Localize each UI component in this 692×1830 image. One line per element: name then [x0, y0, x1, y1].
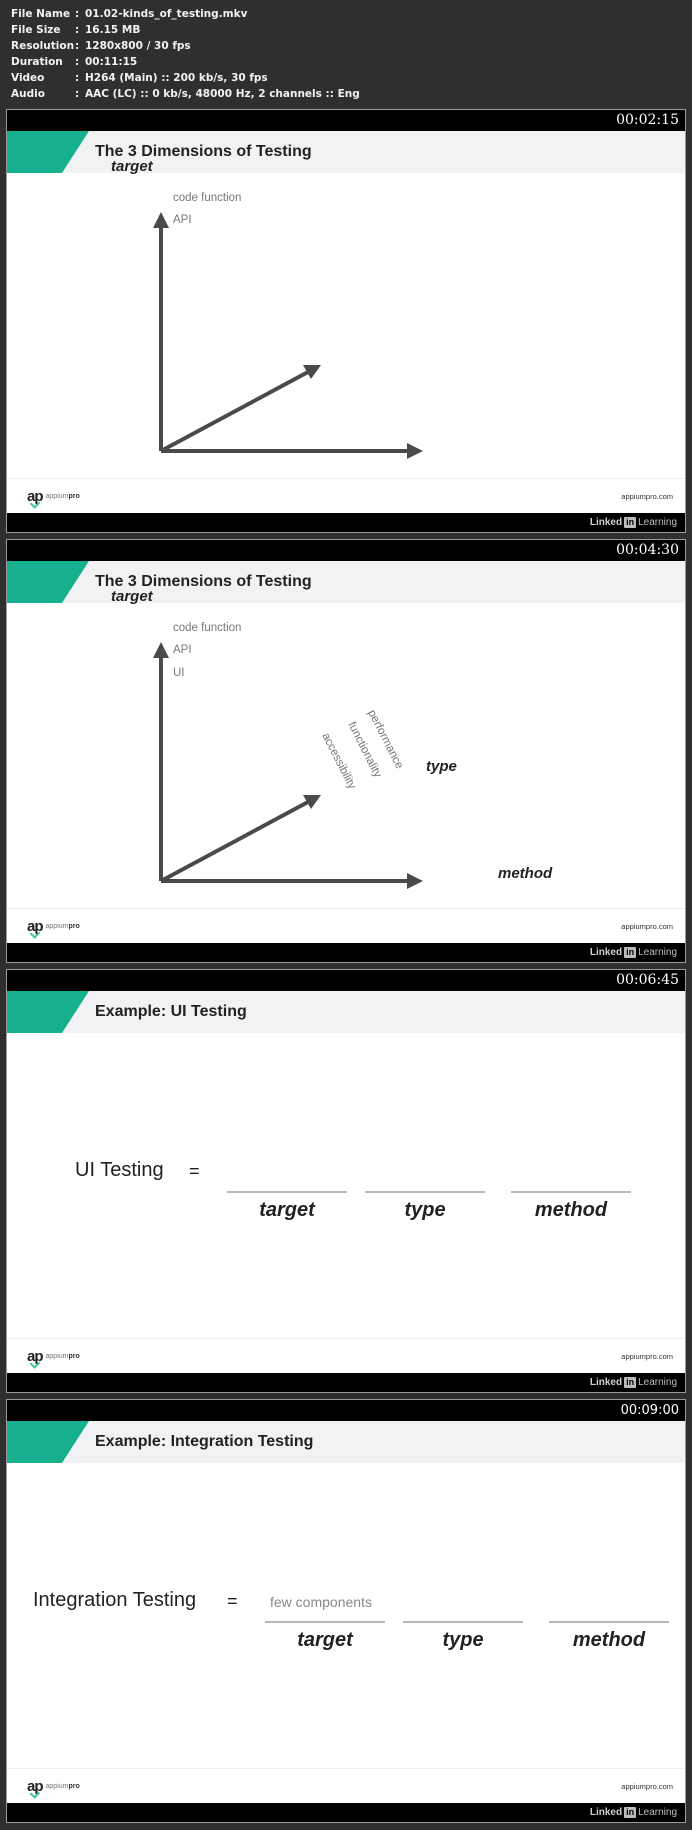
- video-frame-3: 00:06:45 Example: UI Testing UI Testing …: [6, 969, 686, 1393]
- y-arrowhead: [153, 212, 169, 228]
- blank-label-method: method: [534, 1199, 608, 1221]
- footer-divider: [7, 478, 685, 479]
- diag-axis-line: [160, 370, 309, 453]
- linkedin-icon: in: [624, 947, 637, 958]
- linkedin-icon: in: [624, 517, 637, 528]
- blank-label-method: method: [572, 1629, 646, 1651]
- appiumpro-logo: ap appiumpro: [27, 1778, 80, 1795]
- y-axis-label: target: [111, 588, 153, 605]
- timestamp: 00:06:45: [616, 972, 679, 988]
- video-frame-2: 00:04:30 The 3 Dimensions of Testing tar…: [6, 539, 686, 963]
- x-arrowhead: [407, 873, 423, 889]
- video-frame-1: 00:02:15 The 3 Dimensions of Testing tar…: [6, 109, 686, 533]
- timestamp: 00:09:00: [620, 1403, 679, 1418]
- appiumpro-logo: ap appiumpro: [27, 488, 80, 505]
- site-url: appiumpro.com: [621, 1352, 673, 1361]
- blank-label-target: target: [297, 1629, 353, 1651]
- axes-diagram: [153, 212, 423, 459]
- file-info-row: File Name:01.02-kinds_of_testing.mkv: [11, 8, 248, 20]
- slide-title: Example: UI Testing: [95, 1003, 247, 1020]
- equation-lhs: UI Testing: [75, 1159, 164, 1181]
- bottom-bar: Linked in Learning: [7, 513, 685, 532]
- axes-diagram: [153, 642, 423, 889]
- logo-mark-icon: ap: [27, 918, 43, 935]
- blank-line-target: [227, 1191, 347, 1193]
- linkedin-learning-logo: Linked in Learning: [589, 1377, 677, 1388]
- video-frame-4: 00:09:00 Example: Integration Testing In…: [6, 1399, 686, 1823]
- blank-label-type: type: [442, 1629, 484, 1651]
- x-arrowhead: [407, 443, 423, 459]
- site-url: appiumpro.com: [621, 922, 673, 931]
- y-item: code function: [173, 622, 242, 634]
- bottom-bar: Linked in Learning: [7, 943, 685, 962]
- appiumpro-logo: ap appiumpro: [27, 918, 80, 935]
- blank-value-target: few components: [270, 1594, 372, 1610]
- bottom-bar: Linked in Learning: [7, 1803, 685, 1822]
- site-url: appiumpro.com: [621, 1782, 673, 1791]
- blank-line-method: [549, 1621, 669, 1623]
- blank-label-target: target: [259, 1199, 315, 1221]
- linkedin-icon: in: [624, 1377, 637, 1388]
- equation-sign: =: [189, 1161, 200, 1181]
- logo-mark-icon: ap: [27, 1778, 43, 1795]
- linkedin-icon: in: [624, 1807, 637, 1818]
- linkedin-learning-logo: Linked in Learning: [589, 947, 677, 958]
- file-info-row: Duration:00:11:15: [11, 56, 138, 68]
- diag-axis-label: type: [426, 758, 457, 775]
- footer-divider: [7, 1338, 685, 1339]
- blank-line-type: [403, 1621, 523, 1623]
- y-item: UI: [173, 667, 185, 679]
- blank-line-method: [511, 1191, 631, 1193]
- file-info-row: File Size:16.15 MB: [11, 24, 141, 36]
- bottom-bar: Linked in Learning: [7, 1373, 685, 1392]
- site-url: appiumpro.com: [621, 492, 673, 501]
- slide-title: Example: Integration Testing: [95, 1433, 314, 1450]
- footer-divider: [7, 1768, 685, 1769]
- blank-line-target: [265, 1621, 385, 1623]
- equation-sign: =: [227, 1591, 238, 1611]
- file-info-panel: File Name:01.02-kinds_of_testing.mkv Fil…: [11, 6, 360, 102]
- logo-mark-icon: ap: [27, 488, 43, 505]
- top-bar: 00:09:00: [7, 1400, 685, 1421]
- appiumpro-logo: ap appiumpro: [27, 1348, 80, 1365]
- file-info-row: Resolution:1280x800 / 30 fps: [11, 40, 191, 52]
- y-item: code function: [173, 192, 242, 204]
- footer-divider: [7, 908, 685, 909]
- top-bar: 00:06:45: [7, 970, 685, 991]
- x-axis-label: method: [498, 865, 553, 882]
- file-info-row: Audio: AAC (LC) :: 0 kb/s, 48000 Hz, 2 ch…: [11, 88, 360, 100]
- linkedin-learning-logo: Linked in Learning: [589, 517, 677, 528]
- diag-axis-line: [160, 800, 309, 883]
- y-arrowhead: [153, 642, 169, 658]
- blank-label-type: type: [404, 1199, 446, 1221]
- blank-line-type: [365, 1191, 485, 1193]
- y-axis-label: target: [111, 158, 153, 175]
- file-info-row: Video: H264 (Main) :: 200 kb/s, 30 fps: [11, 72, 268, 84]
- linkedin-learning-logo: Linked in Learning: [589, 1807, 677, 1818]
- equation-lhs: Integration Testing: [33, 1589, 197, 1611]
- y-item: API: [173, 644, 192, 656]
- y-item: API: [173, 214, 192, 226]
- logo-mark-icon: ap: [27, 1348, 43, 1365]
